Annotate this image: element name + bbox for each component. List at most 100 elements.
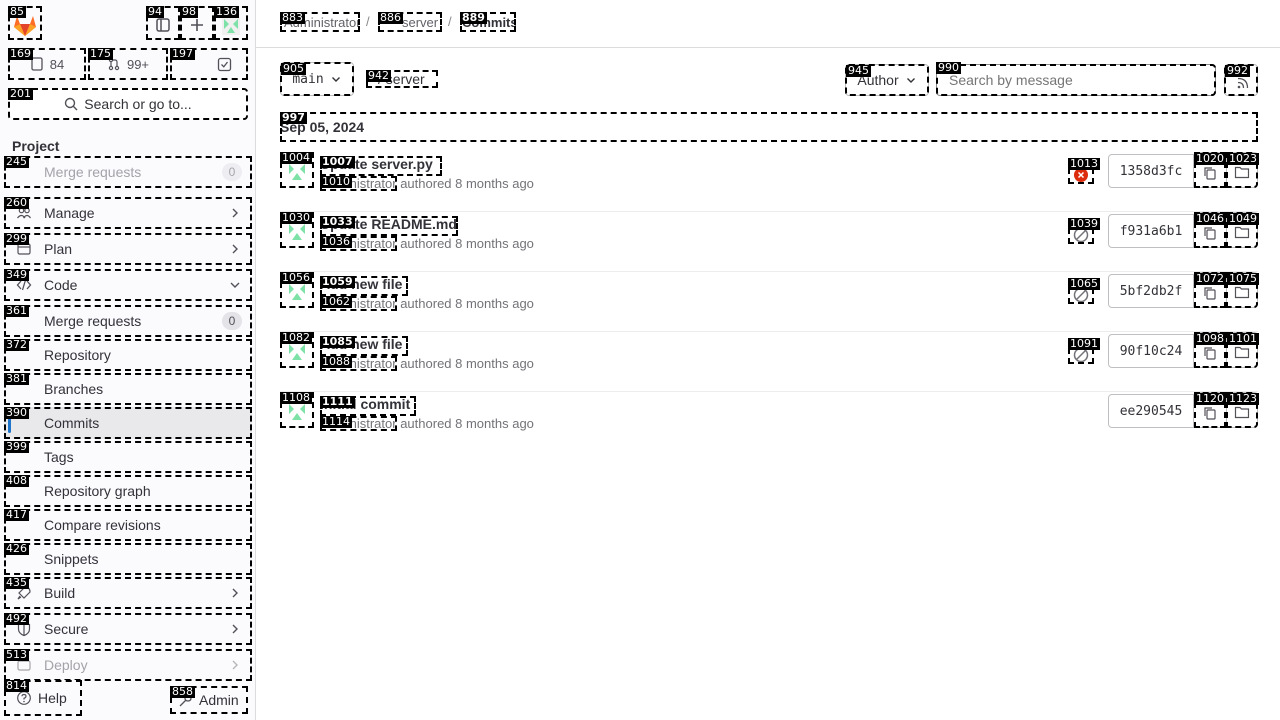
commit-sha-button[interactable]: 90f10c24 [1108,334,1194,368]
commit-sha-button[interactable]: 1358d3fc [1108,154,1194,188]
pipeline-status-skipped[interactable]: 1039 [1068,218,1100,244]
sidebar-item-snippets[interactable]: 426 Snippets [4,543,252,575]
author-avatar[interactable]: 1004 [280,152,314,188]
sidebar-item-merge-requests[interactable]: 361 Merge requests 0 [4,305,252,337]
commit-author-link[interactable]: 1114 Administrator [320,416,397,431]
pipeline-status-failed[interactable]: 1013 [1068,158,1100,184]
search-label: Search or go to... [84,96,192,112]
commit-author-link[interactable]: 1036 Administrator [320,236,397,251]
commit-title: Update server.py [320,156,433,172]
merge-requests-count: 99+ [126,56,150,72]
commit-sha-button[interactable]: f931a6b1 [1108,214,1194,248]
sidebar-item-deploy[interactable]: 513 Deploy [4,649,252,681]
sidebar-item-label: Branches [44,381,104,397]
merge-request-icon [108,57,120,71]
rss-icon [1237,77,1249,89]
browse-files-button[interactable]: 1123 [1226,392,1259,428]
pipeline-status-skipped[interactable]: 1065 [1068,278,1100,304]
sidebar-item-repository-graph[interactable]: 408 Repository graph [4,475,252,507]
breadcrumb-commits[interactable]: 889 Commits [460,12,516,32]
sidebar-item-label: Snippets [44,551,99,567]
breadcrumb-separator: / [366,14,370,29]
sidebar-item-label: Secure [44,621,89,637]
commit-sha-button[interactable]: 5bf2db2f [1108,274,1194,308]
commit-row: 1056 1059 Add new file 1062 Administrator… [280,272,1259,332]
author-avatar[interactable]: 1082 [280,332,314,368]
help-button[interactable]: 814 Help [4,680,82,716]
copy-sha-button[interactable]: 1120 [1194,392,1226,428]
commit-meta: 1036 Administrator authored 8 months ago [320,236,534,254]
commit-title-link[interactable]: 1007 Update server.py [320,156,442,176]
author-avatar[interactable]: 1030 [280,212,314,248]
copy-sha-button[interactable]: 1072 [1194,272,1226,308]
sidebar-item-label: Tags [44,449,74,465]
sidebar-item-compare-revisions[interactable]: 417 Compare revisions [4,509,252,541]
status-skipped-icon [1073,227,1089,243]
commit-author-link[interactable]: 1010 Administrator [320,176,397,191]
copy-sha-button[interactable]: 1020 [1194,152,1226,188]
sidebar-item-plan[interactable]: 299 Plan [4,233,252,265]
admin-button[interactable]: 858 Admin [170,686,248,714]
commit-row: 1108 1111 Initial commit 1114 Administrat… [280,392,1259,452]
commit-author-link[interactable]: 1062 Administrator [320,296,397,311]
sidebar-item-repository[interactable]: 372 Repository [4,339,252,371]
copy-sha-button[interactable]: 1098 [1194,332,1226,368]
browse-files-button[interactable]: 1075 [1226,272,1259,308]
sidebar-item-manage[interactable]: 260 Manage [4,197,252,229]
merge-requests-badge: 0 [222,163,242,181]
pipeline-status-skipped[interactable]: 1091 [1068,338,1100,364]
help-label: Help [38,690,67,706]
commit-sha-button[interactable]: ee290545 [1108,394,1194,428]
commit-title-link[interactable]: 1111 Initial commit [320,396,416,416]
commit-author: Administrator [320,356,397,371]
todo-counter[interactable]: 197 [170,48,248,80]
rss-feed-button[interactable]: 992 [1224,64,1258,96]
commit-title-link[interactable]: 1059 Add new file [320,276,408,296]
commit-authored-time: authored 8 months ago [400,176,534,191]
author-avatar[interactable]: 1108 [280,392,314,428]
user-avatar-button[interactable]: 136 [214,6,248,40]
breadcrumb-server[interactable]: 886 server [378,12,442,32]
branch-selector[interactable]: 905 main [280,62,354,96]
sidebar-item-label: Code [44,277,78,293]
commit-author: Administrator [320,416,397,431]
sidebar-item-secure[interactable]: 492 Secure [4,613,252,645]
chevron-right-icon [232,244,238,254]
browse-files-button[interactable]: 1049 [1226,212,1259,248]
browse-files-button[interactable]: 1101 [1226,332,1259,368]
copy-sha-button[interactable]: 1046 [1194,212,1226,248]
commit-title-link[interactable]: 1085 Add new file [320,336,408,356]
author-avatar[interactable]: 1056 [280,272,314,308]
sidebar-item-tags[interactable]: 399 Tags [4,441,252,473]
path-breadcrumb-server[interactable]: 942 / server [366,70,438,88]
sidebar-item-code[interactable]: 349 Code [4,269,252,301]
deploy-icon [16,657,32,673]
author-filter-dropdown[interactable]: 945 Author [845,64,929,96]
shield-icon [16,621,32,637]
commit-title-link[interactable]: 1033 Update README.md [320,216,458,236]
wrench-icon [179,693,192,706]
chevron-down-icon [230,282,240,288]
search-by-message-input[interactable] [936,64,1216,96]
issues-counter[interactable]: 169 84 [8,48,86,80]
sidebar-item-merge-requests-pinned[interactable]: 245 Merge requests 0 [4,156,252,188]
commit-row: 1004 1007 Update server.py 1010 Administr… [280,152,1259,212]
sidebar-item-label: Build [44,585,76,601]
search-or-go-to-button[interactable]: 201 Search or go to... [8,88,248,120]
merge-requests-counter[interactable]: 175 99+ [88,48,168,80]
commit-author-link[interactable]: 1088 Administrator [320,356,397,371]
sidebar-item-label: Repository graph [44,483,151,499]
create-new-button[interactable]: 98 [180,6,214,40]
sidebar-item-build[interactable]: 435 Build [4,577,252,609]
breadcrumb-administrator[interactable]: 883 Administrator [280,12,360,32]
sidebar-item-commits[interactable]: 390 Commits [4,407,252,439]
gitlab-logo[interactable]: 85 [8,6,42,40]
browse-files-button[interactable]: 1023 [1226,152,1259,188]
toggle-sidebar-button[interactable]: 94 [146,6,180,40]
commit-date-group: 997 Sep 05, 2024 [280,112,1258,142]
commit-meta: 1088 Administrator authored 8 months ago [320,356,534,374]
commit-authored-time: authored 8 months ago [400,416,534,431]
sidebar-item-branches[interactable]: 381 Branches [4,373,252,405]
status-skipped-icon [1073,347,1089,363]
sidebar-item-label: Commits [44,415,100,431]
